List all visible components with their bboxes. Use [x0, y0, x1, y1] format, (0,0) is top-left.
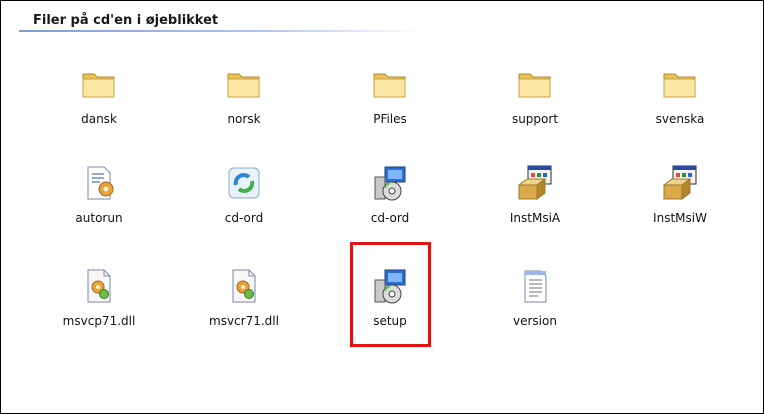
file-item-version[interactable]: version	[475, 266, 595, 346]
file-item-instmsia[interactable]: InstMsiA	[475, 163, 595, 243]
file-item-support[interactable]: support	[475, 64, 595, 144]
folder-icon	[79, 64, 119, 104]
file-label: support	[511, 112, 559, 126]
folder-icon	[370, 64, 410, 104]
file-item-autorun[interactable]: autorun	[39, 163, 159, 243]
group-header: Filer på cd'en i øjeblikket	[19, 10, 424, 32]
group-divider	[19, 30, 424, 32]
msi-installer-icon	[515, 163, 555, 203]
file-label: InstMsiW	[653, 211, 707, 225]
file-item-instmsiw[interactable]: InstMsiW	[620, 163, 740, 243]
setup-highlight-box	[350, 242, 431, 347]
file-label: svenska	[655, 112, 705, 126]
file-item-cd-ord-app[interactable]: cd-ord	[184, 163, 304, 243]
file-item-msvcp71[interactable]: msvcp71.dll	[39, 266, 159, 346]
dll-file-icon	[79, 266, 119, 306]
setup-info-file-icon	[79, 163, 119, 203]
group-title: Filer på cd'en i øjeblikket	[33, 13, 219, 28]
text-file-icon	[515, 266, 555, 306]
file-label: msvcr71.dll	[209, 314, 279, 328]
file-label: dansk	[81, 112, 117, 126]
file-label: autorun	[75, 211, 123, 225]
file-item-norsk[interactable]: norsk	[184, 64, 304, 144]
file-item-dansk[interactable]: dansk	[39, 64, 159, 144]
file-label: norsk	[227, 112, 261, 126]
refresh-app-icon	[224, 163, 264, 203]
file-view-pane: Filer på cd'en i øjeblikket dansk norsk	[0, 0, 764, 414]
folder-icon	[660, 64, 700, 104]
folder-icon	[224, 64, 264, 104]
file-item-cd-ord-setup[interactable]: cd-ord	[330, 163, 450, 243]
file-label: InstMsiA	[509, 211, 561, 225]
file-item-pfiles[interactable]: PFiles	[330, 64, 450, 144]
file-item-svenska[interactable]: svenska	[620, 64, 740, 144]
file-label: cd-ord	[370, 211, 410, 225]
file-label: cd-ord	[224, 211, 264, 225]
dll-file-icon	[224, 266, 264, 306]
file-label: version	[513, 314, 557, 328]
file-label: PFiles	[373, 112, 407, 126]
msi-installer-icon	[660, 163, 700, 203]
file-item-msvcr71[interactable]: msvcr71.dll	[184, 266, 304, 346]
file-label: msvcp71.dll	[62, 314, 136, 328]
installer-icon	[370, 163, 410, 203]
folder-icon	[515, 64, 555, 104]
